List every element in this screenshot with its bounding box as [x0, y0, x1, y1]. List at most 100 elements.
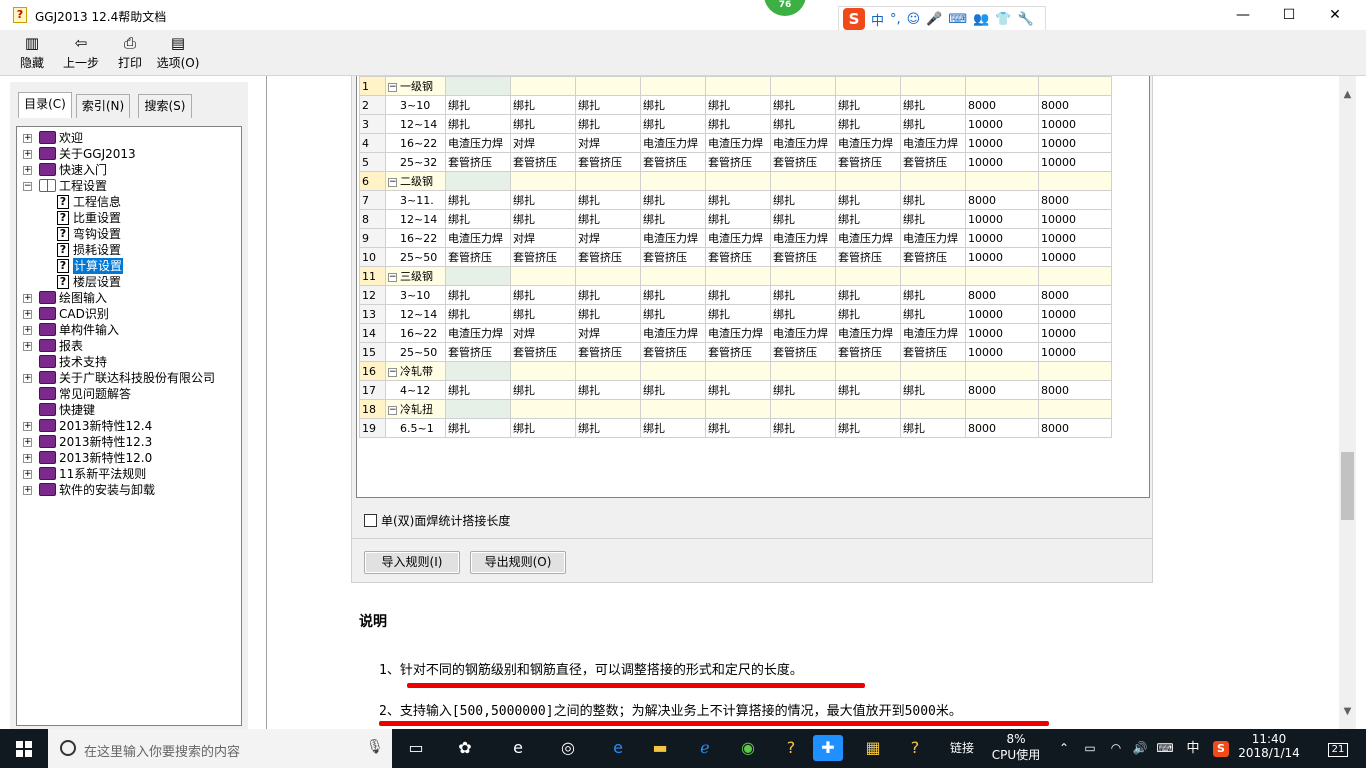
table-row[interactable]: 19 6.5~1 绑扎 绑扎 绑扎 绑扎 绑扎 绑扎 绑扎 绑扎 8000 8000 [359, 418, 1112, 438]
lap-type-cell[interactable]: 绑扎 [575, 190, 641, 210]
lap-type-cell[interactable]: 绑扎 [575, 114, 641, 134]
lap-type-cell[interactable]: 绑扎 [445, 285, 511, 305]
lap-type-cell[interactable]: 绑扎 [510, 380, 576, 400]
lap-type-cell[interactable] [445, 266, 511, 286]
lap-type-cell[interactable]: 套管挤压 [445, 342, 511, 362]
stock-length-cell[interactable]: 8000 [965, 95, 1039, 115]
lap-type-cell[interactable]: 套管挤压 [640, 342, 706, 362]
lap-type-cell[interactable]: 绑扎 [445, 304, 511, 324]
lap-type-cell[interactable]: 绑扎 [510, 190, 576, 210]
taskbar-search[interactable]: 在这里输入你要搜索的内容 🎙 [48, 729, 392, 768]
ime-emoji-icon[interactable]: ☺ [907, 12, 921, 27]
lap-type-cell[interactable]: 对焊 [510, 133, 576, 153]
table-row[interactable]: 4 16~22 电渣压力焊 对焊 对焊 电渣压力焊 电渣压力焊 电渣压力焊 电渣压力焊 电渣压力焊… [359, 133, 1112, 153]
lap-type-cell[interactable]: 电渣压力焊 [705, 133, 771, 153]
lap-type-cell[interactable]: 套管挤压 [510, 247, 576, 267]
tab-index[interactable]: 索引(N) [76, 94, 130, 118]
lap-type-cell[interactable] [705, 171, 771, 191]
lap-type-cell[interactable]: 套管挤压 [575, 152, 641, 172]
lap-type-cell[interactable] [445, 361, 511, 381]
lap-type-cell[interactable]: 电渣压力焊 [835, 133, 901, 153]
stock-length-cell[interactable]: 8000 [1038, 418, 1112, 438]
stock-length-cell[interactable] [965, 399, 1039, 419]
lap-type-cell[interactable]: 绑扎 [835, 114, 901, 134]
diameter-range-cell[interactable]: 16~22 [385, 228, 446, 248]
stock-length-cell[interactable]: 8000 [1038, 380, 1112, 400]
lap-type-cell[interactable]: 绑扎 [510, 418, 576, 438]
lap-type-cell[interactable] [445, 76, 511, 96]
microphone-icon[interactable]: 🎙 [366, 739, 384, 755]
stock-length-cell[interactable] [965, 171, 1039, 191]
lap-type-cell[interactable]: 绑扎 [705, 304, 771, 324]
lap-type-cell[interactable]: 绑扎 [770, 209, 836, 229]
sogou-tray-icon[interactable]: S [1210, 729, 1232, 768]
lap-type-cell[interactable] [445, 171, 511, 191]
lap-type-cell[interactable]: 绑扎 [900, 418, 966, 438]
lap-type-cell[interactable]: 电渣压力焊 [835, 323, 901, 343]
ime-keyboard-icon[interactable]: ⌨ [948, 12, 967, 27]
lap-type-cell[interactable]: 绑扎 [900, 285, 966, 305]
lap-type-cell[interactable]: 电渣压力焊 [835, 228, 901, 248]
stock-length-cell[interactable]: 10000 [965, 133, 1039, 153]
lap-type-cell[interactable]: 绑扎 [640, 190, 706, 210]
lap-type-cell[interactable]: 绑扎 [835, 95, 901, 115]
expand-icon[interactable]: + [23, 342, 32, 351]
expand-icon[interactable]: + [23, 326, 32, 335]
tab-search[interactable]: 搜索(S) [138, 94, 192, 118]
lap-type-cell[interactable] [835, 399, 901, 419]
lap-type-cell[interactable]: 套管挤压 [770, 342, 836, 362]
lap-type-cell[interactable]: 绑扎 [575, 304, 641, 324]
stock-length-cell[interactable]: 10000 [1038, 304, 1112, 324]
stock-length-cell[interactable]: 10000 [965, 304, 1039, 324]
expand-icon[interactable]: + [23, 486, 32, 495]
lap-type-cell[interactable] [575, 399, 641, 419]
clock[interactable]: 11:40 2018/1/14 [1238, 729, 1300, 768]
lap-type-cell[interactable] [900, 171, 966, 191]
lap-type-cell[interactable] [900, 76, 966, 96]
lap-type-cell[interactable]: 对焊 [510, 323, 576, 343]
lap-type-cell[interactable] [510, 361, 576, 381]
stock-length-cell[interactable]: 10000 [965, 342, 1039, 362]
lap-type-cell[interactable]: 绑扎 [640, 380, 706, 400]
diameter-range-cell[interactable]: 25~32 [385, 152, 446, 172]
lap-type-cell[interactable]: 电渣压力焊 [770, 228, 836, 248]
lap-type-cell[interactable]: 绑扎 [835, 380, 901, 400]
speed-badge[interactable]: 76 [764, 0, 806, 16]
tree-item[interactable]: +2013新特性12.4 [17, 418, 241, 434]
lap-type-cell[interactable]: 套管挤压 [705, 247, 771, 267]
stock-length-cell[interactable]: 8000 [1038, 190, 1112, 210]
stock-length-cell[interactable] [965, 361, 1039, 381]
tree-item[interactable]: +2013新特性12.0 [17, 450, 241, 466]
lap-type-cell[interactable]: 绑扎 [445, 95, 511, 115]
minimize-button[interactable]: — [1220, 0, 1266, 30]
lap-type-cell[interactable]: 绑扎 [835, 209, 901, 229]
ime-chinese-mode[interactable]: 中 [871, 10, 884, 29]
edge-browser-icon[interactable]: e [603, 735, 633, 761]
tree-item[interactable]: + 欢迎 [17, 130, 241, 146]
lap-type-cell[interactable]: 套管挤压 [900, 152, 966, 172]
lap-type-cell[interactable] [510, 399, 576, 419]
lap-type-cell[interactable]: 对焊 [575, 323, 641, 343]
edge-legacy-icon[interactable]: e [503, 735, 533, 761]
lap-type-cell[interactable]: 绑扎 [575, 380, 641, 400]
lap-type-cell[interactable]: 绑扎 [900, 304, 966, 324]
lap-type-cell[interactable]: 电渣压力焊 [640, 228, 706, 248]
lap-type-cell[interactable]: 套管挤压 [770, 152, 836, 172]
steel-grade-row[interactable]: 18− 冷轧扭 [359, 399, 1112, 419]
table-row[interactable]: 3 12~14 绑扎 绑扎 绑扎 绑扎 绑扎 绑扎 绑扎 绑扎 10000 10000 [359, 114, 1112, 134]
lap-type-cell[interactable]: 绑扎 [705, 209, 771, 229]
tree-item[interactable]: ? 弯钩设置 [17, 226, 241, 242]
steel-grade-row[interactable]: 1− 一级钢 [359, 76, 1112, 96]
tree-item[interactable]: + 报表 [17, 338, 241, 354]
pinwheel-app-icon[interactable]: ✿ [450, 735, 480, 761]
touch-keyboard-icon[interactable]: ⌨ [1152, 729, 1178, 768]
lap-type-cell[interactable]: 绑扎 [770, 190, 836, 210]
lap-type-cell[interactable]: 套管挤压 [510, 342, 576, 362]
tree-item[interactable]: +11系新平法规则 [17, 466, 241, 482]
tree-item[interactable]: + 关于GGJ2013 [17, 146, 241, 162]
ime-settings-icon[interactable]: 🔧 [1018, 12, 1034, 27]
diameter-range-cell[interactable]: 3~10 [385, 95, 446, 115]
lap-type-cell[interactable]: 绑扎 [705, 418, 771, 438]
stock-length-cell[interactable]: 10000 [1038, 342, 1112, 362]
lap-type-cell[interactable]: 电渣压力焊 [445, 228, 511, 248]
